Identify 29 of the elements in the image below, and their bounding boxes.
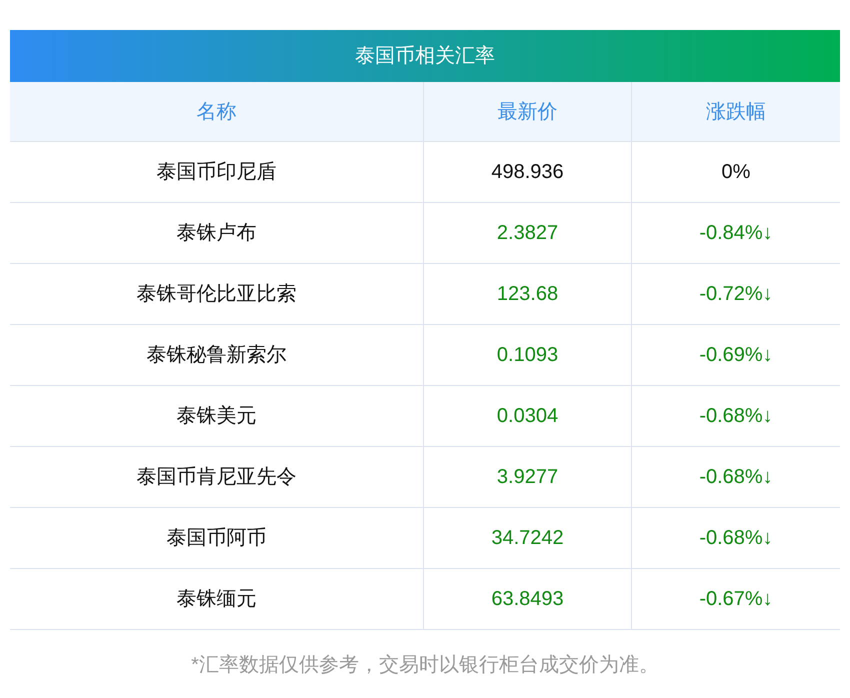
change-cell-text: -0.67%↓: [699, 587, 773, 612]
currency-name: 泰铢美元: [176, 404, 256, 429]
currency-name: 泰铢哥伦比亚比索: [136, 282, 296, 307]
price-cell-text: 34.7242: [491, 526, 564, 551]
change-cell-text: -0.68%↓: [699, 404, 773, 429]
change-cell-text: -0.72%↓: [699, 282, 773, 307]
currency-name: 泰铢缅元: [176, 587, 256, 612]
currency-name: 泰国币肯尼亚先令: [136, 465, 296, 490]
change-cell-text: 0%: [722, 160, 750, 185]
table-title: 泰国币相关汇率: [355, 44, 495, 69]
column-header: 名称: [196, 100, 236, 124]
price-cell-text: 498.936: [491, 160, 564, 185]
price-cell-text: 0.1093: [496, 343, 558, 368]
change-cell-text: -0.84%↓: [699, 221, 773, 246]
change-cell-text: -0.68%↓: [699, 465, 773, 490]
column-header: 涨跌幅: [706, 100, 766, 124]
currency-name: 泰国币印尼盾: [156, 160, 276, 185]
price-cell-text: 2.3827: [496, 221, 558, 246]
price-cell-text: 0.0304: [496, 404, 558, 429]
price-cell-text: 63.8493: [491, 587, 564, 612]
currency-name: 泰铢卢布: [176, 221, 256, 246]
price-cell-text: 123.68: [496, 282, 558, 307]
change-cell-text: -0.68%↓: [699, 526, 773, 551]
price-cell-text: 3.9277: [496, 465, 558, 490]
currency-name: 泰国币阿币: [166, 526, 266, 551]
change-cell-text: -0.69%↓: [699, 343, 773, 368]
column-header: 最新价: [498, 100, 558, 124]
currency-name: 泰铢秘鲁新索尔: [146, 343, 286, 368]
footnote: *汇率数据仅供参考，交易时以银行柜台成交价为准。: [191, 654, 659, 676]
